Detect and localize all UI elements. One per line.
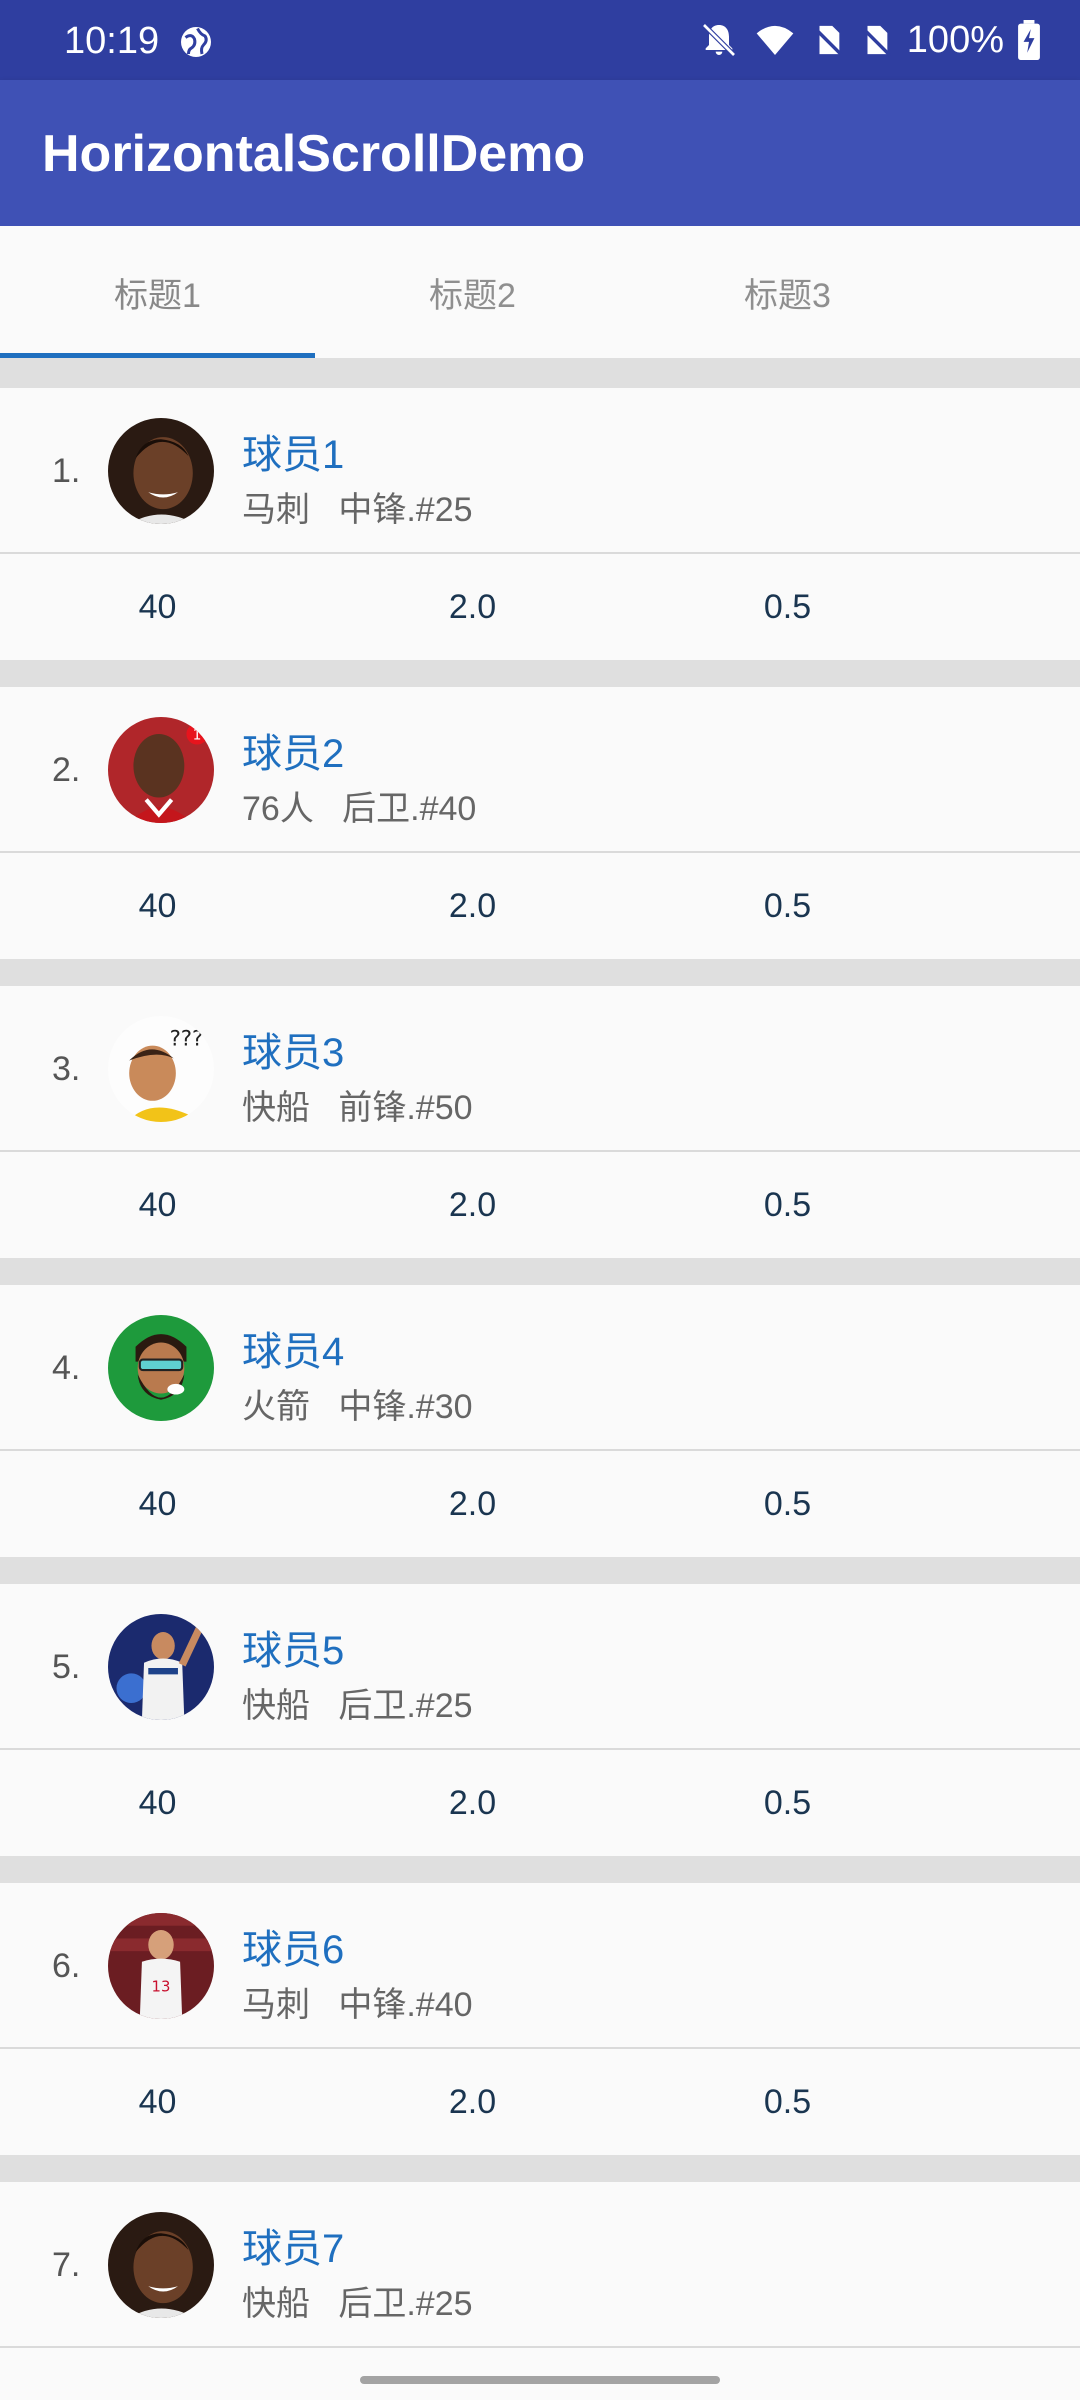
status-time: 10:19: [64, 20, 160, 62]
no-sim-icon: [812, 25, 844, 57]
player-rank: 4.: [52, 1349, 81, 1387]
player-stats: 40 2.0 0.5: [0, 1451, 1080, 1557]
player-header: 1. 球员1 马刺 中锋.#25: [0, 388, 1080, 554]
player-rank: 7.: [52, 2246, 81, 2284]
globe-icon: [181, 27, 211, 57]
player-header: 4. 球员4 火箭 中锋.#30: [0, 1285, 1080, 1451]
player-rank: 1.: [52, 452, 81, 490]
player-stats: 40 2.0 0.5: [0, 1750, 1080, 1856]
stat-value: 40: [138, 588, 177, 626]
stat-value: 2.0: [448, 588, 497, 626]
player-avatar: [108, 418, 214, 524]
player-avatar: ???: [108, 1016, 214, 1122]
player-rank: 5.: [52, 1648, 81, 1686]
player-name: 球员2: [242, 732, 345, 776]
player-info: 快船 前锋.#50: [242, 1089, 473, 1127]
stat-value: 2.0: [448, 1485, 497, 1523]
stat-value: 2.0: [448, 2083, 497, 2121]
battery-charging-icon: [1018, 20, 1040, 60]
stat-value: 0.5: [763, 2083, 812, 2121]
player-avatar: [108, 1614, 214, 1720]
battery-percent: 100%: [906, 18, 1004, 61]
player-card[interactable]: 3. ??? 球员3 快船 前锋.#50 40 2.0 0.5: [0, 986, 1080, 1258]
stat-value: 40: [138, 2083, 177, 2121]
app-title: HorizontalScrollDemo: [42, 125, 586, 183]
notifications-off-icon: [702, 23, 736, 57]
stat-value: 40: [138, 1186, 177, 1224]
stat-value: 40: [138, 1784, 177, 1822]
gesture-nav-handle[interactable]: [360, 2376, 720, 2384]
stat-value: 0.5: [763, 1485, 812, 1523]
tab-4[interactable]: 标: [945, 226, 1080, 358]
player-card[interactable]: 5. 球员5 快船 后卫.#25 40 2.0 0.5: [0, 1584, 1080, 1856]
player-info: 马刺 中锋.#40: [242, 1986, 473, 2024]
tab-3[interactable]: 标题3: [630, 226, 945, 358]
player-card[interactable]: 4. 球员4 火箭 中锋.#30 40 2.0 0.5: [0, 1285, 1080, 1557]
player-card[interactable]: 2. 1 球员2 76人 后卫.#40 40 2.0 0.5: [0, 687, 1080, 959]
stat-value: 2.0: [448, 1186, 497, 1224]
player-rank: 3.: [52, 1050, 81, 1088]
tab-indicator: [0, 353, 315, 358]
player-info: 76人 后卫.#40: [242, 790, 477, 828]
stat-value: 0.5: [763, 1186, 812, 1224]
stat-value: 40: [138, 887, 177, 925]
player-name: 球员3: [242, 1031, 345, 1075]
player-avatar: 13: [108, 1913, 214, 2019]
stat-value: 2.0: [448, 1784, 497, 1822]
player-header: 5. 球员5 快船 后卫.#25: [0, 1584, 1080, 1750]
tab-bar: 标题1 标题2 标题3 标: [0, 226, 1080, 358]
player-name: 球员1: [242, 433, 345, 477]
player-header: 6. 13 球员6 马刺 中锋.#40: [0, 1883, 1080, 2049]
player-rank: 2.: [52, 751, 81, 789]
player-info: 火箭 中锋.#30: [242, 1388, 473, 1426]
player-card[interactable]: 1. 球员1 马刺 中锋.#25 40 2.0 0.5: [0, 388, 1080, 660]
tab-2[interactable]: 标题2: [315, 226, 630, 358]
player-stats: 40 2.0 0.5: [0, 554, 1080, 660]
player-info: 快船 后卫.#25: [242, 2285, 473, 2323]
player-name: 球员6: [242, 1928, 345, 1972]
player-stats: 40 2.0 0.5: [0, 2049, 1080, 2155]
player-stats: 40 2.0 0.5: [0, 853, 1080, 959]
stat-value: 0.5: [763, 588, 812, 626]
player-avatar: [108, 2212, 214, 2318]
player-name: 球员5: [242, 1629, 345, 1673]
wifi-icon: [756, 25, 794, 55]
player-card[interactable]: 6. 13 球员6 马刺 中锋.#40 40 2.0 0.5: [0, 1883, 1080, 2155]
stat-value: 2.0: [448, 887, 497, 925]
player-name: 球员7: [242, 2227, 345, 2271]
player-info: 马刺 中锋.#25: [242, 491, 473, 529]
stat-value: 0.5: [763, 887, 812, 925]
player-header: 2. 1 球员2 76人 后卫.#40: [0, 687, 1080, 853]
svg-text:???: ???: [170, 1026, 204, 1051]
player-avatar: [108, 1315, 214, 1421]
player-stats: [0, 2348, 1080, 2400]
stat-value: 0.5: [763, 1784, 812, 1822]
player-info: 快船 后卫.#25: [242, 1687, 473, 1725]
player-stats: 40 2.0 0.5: [0, 1152, 1080, 1258]
no-sim-icon: [860, 25, 892, 57]
app-bar: HorizontalScrollDemo: [0, 80, 1080, 226]
player-header: 7. 球员7 快船 后卫.#25: [0, 2182, 1080, 2348]
stat-value: 40: [138, 1485, 177, 1523]
player-rank: 6.: [52, 1947, 81, 1985]
svg-text:13: 13: [152, 1978, 171, 1995]
player-name: 球员4: [242, 1330, 345, 1374]
player-avatar: 1: [108, 717, 214, 823]
player-header: 3. ??? 球员3 快船 前锋.#50: [0, 986, 1080, 1152]
status-bar: 10:19 100%: [0, 0, 1080, 80]
tab-1[interactable]: 标题1: [0, 226, 315, 358]
player-card[interactable]: 7. 球员7 快船 后卫.#25: [0, 2182, 1080, 2400]
svg-text:1: 1: [193, 727, 202, 743]
